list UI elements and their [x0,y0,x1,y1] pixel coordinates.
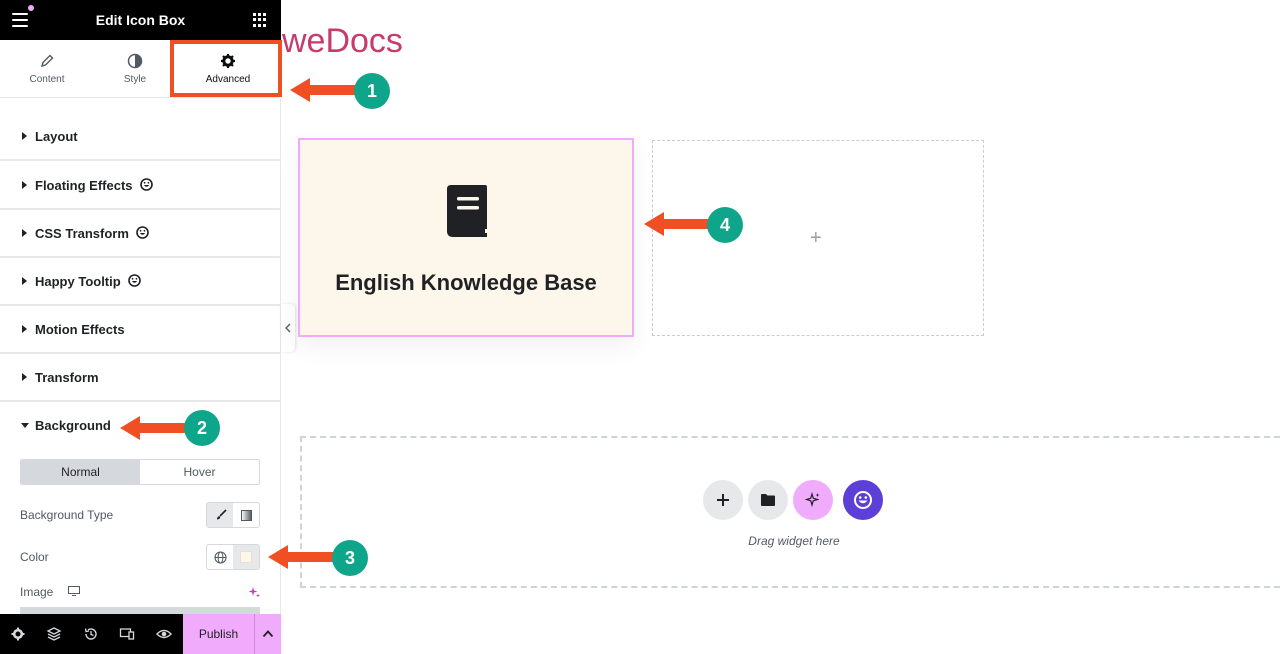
section-label: Happy Tooltip [35,274,121,289]
publish-options-button[interactable] [254,614,281,654]
desktop-icon [68,586,80,596]
caret-right-icon [22,229,27,237]
add-template-button[interactable] [748,480,788,520]
tab-label: Style [123,74,147,85]
ai-sparkle-icon[interactable] [248,586,260,598]
annotation-arrow-4 [644,212,710,236]
caret-right-icon [22,132,27,140]
responsive-mode-icon[interactable] [119,626,135,642]
state-tab-normal[interactable]: Normal [21,460,140,484]
chevron-left-icon [285,323,291,333]
globe-icon [214,551,227,564]
icon-box-widget[interactable]: English Knowledge Base [298,138,634,337]
editor-panel: Edit Icon Box Content Style Advanced Lay… [0,0,281,654]
settings-gear-icon[interactable] [10,626,26,642]
plus-icon [717,494,729,506]
global-colors-button[interactable] [207,545,233,569]
section-motion-effects[interactable]: Motion Effects [0,306,281,354]
section-layout[interactable]: Layout [0,113,281,161]
gradient-icon [241,510,252,521]
caret-right-icon [22,325,27,333]
tab-style[interactable]: Style [90,40,180,98]
empty-column[interactable]: + [652,140,984,336]
image-preview-strip [20,607,260,614]
icon-box-title: English Knowledge Base [335,270,597,295]
section-label: Floating Effects [35,178,133,193]
publish-button[interactable]: Publish [183,614,254,654]
happy-addons-button[interactable] [843,480,883,520]
ai-sparkle-icon [805,492,820,508]
annotation-badge-4: 4 [707,207,743,243]
happy-addons-icon [140,178,153,191]
color-control [206,544,260,570]
tab-content[interactable]: Content [2,40,92,98]
brush-icon [217,509,227,520]
add-element-icon[interactable]: + [810,227,822,250]
notification-dot [28,5,34,11]
section-css-transform[interactable]: CSS Transform [0,210,281,258]
color-swatch [240,551,252,563]
section-label: CSS Transform [35,226,129,241]
ai-generate-button[interactable] [793,480,833,520]
section-label: Transform [35,370,99,385]
add-section-button[interactable] [703,480,743,520]
color-swatch-button[interactable] [233,545,259,569]
caret-down-icon [21,423,29,428]
happy-addons-icon [128,274,141,287]
happy-addons-icon [854,491,872,509]
layers-icon[interactable] [46,626,62,642]
widgets-grid-icon[interactable] [253,13,267,27]
annotation-badge-3: 3 [332,540,368,576]
happy-addons-icon [136,226,149,239]
preview-eye-icon[interactable] [156,626,172,642]
half-circle-icon [127,53,143,69]
panel-header: Edit Icon Box [0,0,281,40]
widget-drop-zone[interactable]: Drag widget here [300,436,1280,588]
state-tab-hover[interactable]: Hover [140,460,259,484]
collapse-panel-handle[interactable] [281,304,295,352]
image-label: Image [20,585,54,599]
annotation-arrow-3 [268,545,334,569]
panel-title: Edit Icon Box [95,12,186,28]
section-transform[interactable]: Transform [0,354,281,402]
caret-right-icon [22,277,27,285]
tab-label: Content [29,74,65,85]
caret-right-icon [22,373,27,381]
highlight-advanced-tab [170,40,282,97]
section-label: Motion Effects [35,322,125,337]
annotation-arrow-2 [120,416,186,440]
background-type-chooser [206,502,260,528]
chevron-up-icon [262,630,274,638]
annotation-badge-2: 2 [184,410,220,446]
site-brand-heading: weDocs [282,22,403,60]
pencil-icon [40,54,54,68]
annotation-arrow-1 [290,78,356,102]
gradient-option[interactable] [233,503,259,527]
section-label: Layout [35,129,78,144]
color-label: Color [20,550,49,564]
background-type-label: Background Type [20,508,114,522]
history-icon[interactable] [83,626,99,642]
section-label: Background [35,418,111,433]
section-floating-effects[interactable]: Floating Effects [0,162,281,210]
book-icon [447,185,487,237]
background-state-tabs: Normal Hover [20,459,260,485]
folder-icon [761,494,775,506]
classic-brush-option[interactable] [207,503,233,527]
drag-widget-hint: Drag widget here [748,534,840,548]
section-happy-tooltip[interactable]: Happy Tooltip [0,258,281,306]
caret-right-icon [22,181,27,189]
annotation-badge-1: 1 [354,73,390,109]
